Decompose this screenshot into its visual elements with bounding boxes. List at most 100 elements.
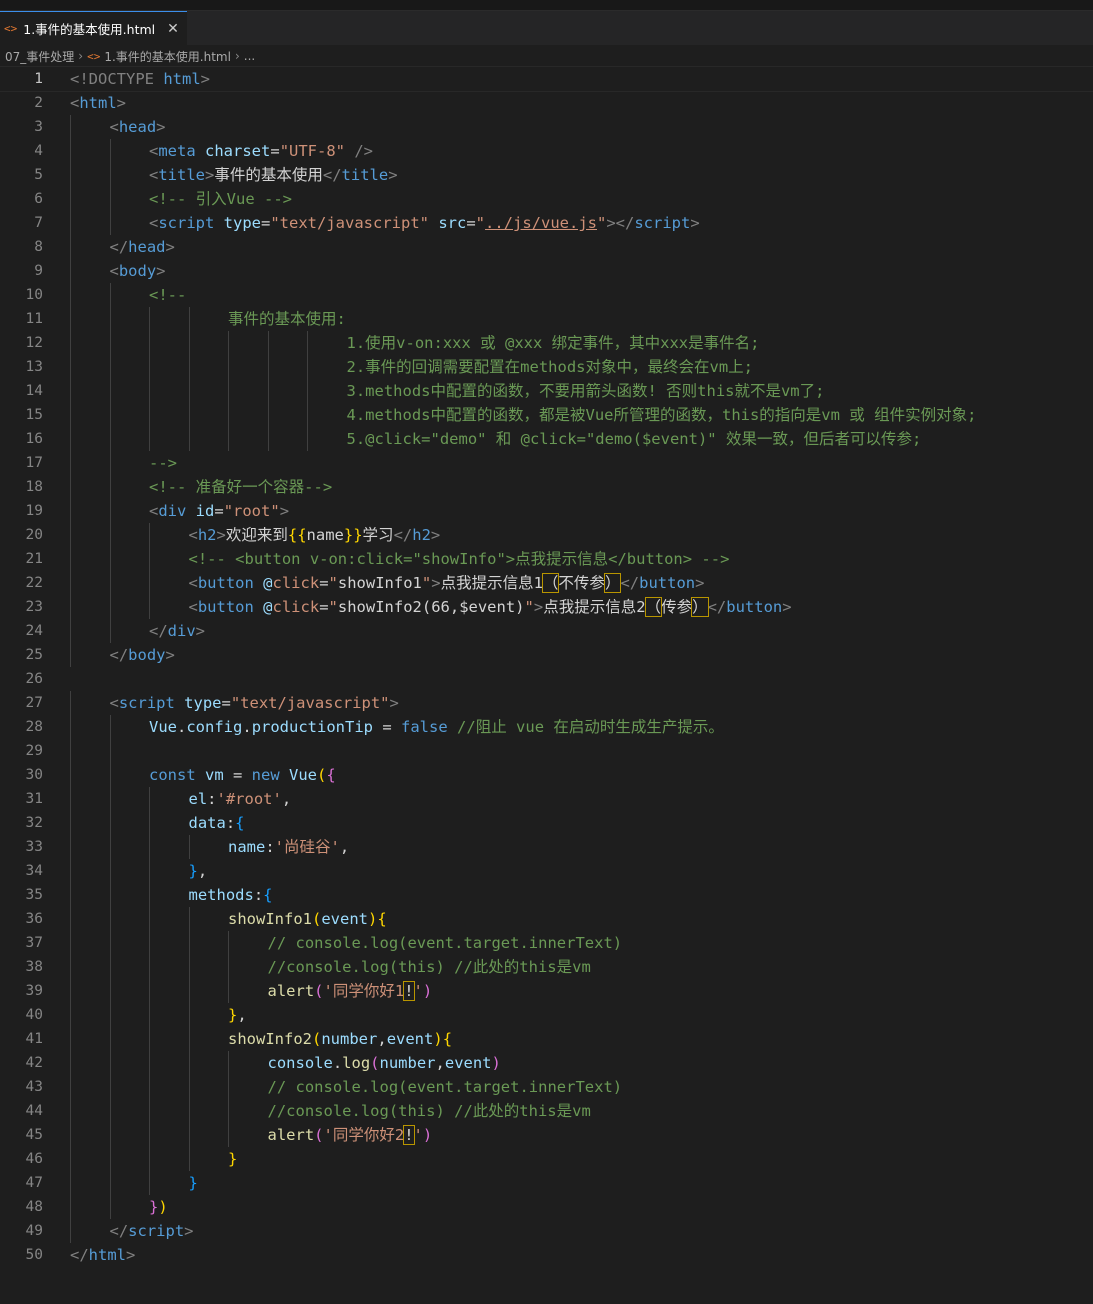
code-line[interactable]: 27 <script type="text/javascript"> — [0, 691, 1093, 715]
code-line[interactable]: 3 <head> — [0, 115, 1093, 139]
code-line[interactable]: 36 showInfo1(event){ — [0, 907, 1093, 931]
code-line[interactable]: 49 </script> — [0, 1219, 1093, 1243]
code-line[interactable]: 45 alert('同学你好2!') — [0, 1123, 1093, 1147]
code-token: body — [128, 646, 166, 664]
indent-guide — [70, 907, 71, 931]
code-token: > — [126, 1246, 136, 1264]
code-line[interactable]: 31 el:'#root', — [0, 787, 1093, 811]
code-text: showInfo1(event){ — [228, 907, 387, 931]
code-line[interactable]: 44 //console.log(this) //此处的this是vm — [0, 1099, 1093, 1123]
code-line[interactable]: 32 data:{ — [0, 811, 1093, 835]
code-token: 2.事件的回调需要配置在methods对象中，最终会在vm上; — [346, 358, 753, 376]
code-line[interactable]: 6 <!-- 引入Vue --> — [0, 187, 1093, 211]
code-token: h2 — [412, 526, 431, 544]
code-token: html — [88, 1246, 126, 1264]
code-token: " — [421, 574, 432, 592]
indent-guide — [70, 499, 71, 523]
indent-guide — [149, 883, 150, 907]
indent-guide — [70, 1075, 71, 1099]
code-line[interactable]: 42 console.log(number,event) — [0, 1051, 1093, 1075]
code-line[interactable]: 16 5.@click="demo" 和 @click="demo($event)… — [0, 427, 1093, 451]
code-line[interactable]: 19 <div id="root"> — [0, 499, 1093, 523]
code-token: > — [430, 526, 441, 544]
code-line[interactable]: 20 <h2>欢迎来到{{name}}学习</h2> — [0, 523, 1093, 547]
indent-guide — [188, 955, 190, 979]
code-editor[interactable]: 1 <!DOCTYPE html> 2 <html> 3 <head> 4 <meta cha… — [0, 66, 1093, 1267]
code-line[interactable]: 14 3.methods中配置的函数，不要用箭头函数! 否则this就不是vm了; — [0, 379, 1093, 403]
code-line[interactable]: 2 <html> — [0, 91, 1093, 115]
code-line[interactable]: 8 </head> — [0, 235, 1093, 259]
code-line[interactable]: 37 // console.log(event.target.innerText) — [0, 931, 1093, 955]
code-token: " — [524, 598, 534, 616]
indent-guide — [307, 427, 308, 451]
code-line[interactable]: 30 const vm = new Vue({ — [0, 763, 1093, 787]
code-line[interactable]: 33 name:'尚硅谷', — [0, 835, 1093, 859]
code-token: > — [165, 238, 175, 256]
code-token: </ — [109, 646, 129, 664]
code-line[interactable]: 7 <script type="text/javascript" src="../… — [0, 211, 1093, 235]
html-file-icon: <> — [4, 22, 18, 35]
code-token: type — [184, 694, 222, 712]
code-line[interactable]: 29 — [0, 739, 1093, 763]
line-number: 30 — [25, 767, 43, 783]
indent-guide — [188, 355, 190, 379]
code-line[interactable]: 41 showInfo2(number,event){ — [0, 1027, 1093, 1051]
code-token: } — [149, 1198, 159, 1216]
code-line[interactable]: 25 </body> — [0, 643, 1093, 667]
code-line[interactable]: 13 2.事件的回调需要配置在methods对象中，最终会在vm上; — [0, 355, 1093, 379]
code-line[interactable]: 47} — [0, 1171, 1093, 1195]
code-text: <!-- 准备好一个容器--> — [149, 475, 332, 499]
tab-file[interactable]: <> 1.事件的基本使用.html ✕ — [0, 11, 187, 45]
indent-guide — [267, 355, 269, 379]
code-line[interactable]: 15 4.methods中配置的函数，都是被Vue所管理的函数，this的指向是v… — [0, 403, 1093, 427]
code-token: }} — [343, 526, 363, 544]
breadcrumb-folder[interactable]: 07_事件处理 — [5, 48, 74, 65]
code-line[interactable]: 18 <!-- 准备好一个容器--> — [0, 475, 1093, 499]
tab-bar: <> 1.事件的基本使用.html ✕ — [0, 11, 1093, 45]
code-token: showInfo2(66,$event) — [337, 598, 525, 616]
indent-guide — [228, 379, 229, 403]
code-line[interactable]: 9 <body> — [0, 259, 1093, 283]
indent-guide — [70, 979, 71, 1003]
indent-guide — [188, 1147, 190, 1171]
line-number: 6 — [34, 191, 43, 207]
code-line[interactable]: 12 1.使用v-on:xxx 或 @xxx 绑定事件，其中xxx是事件名; — [0, 331, 1093, 355]
indent-guide — [109, 571, 111, 595]
code-line[interactable]: 10 <!-- — [0, 283, 1093, 307]
code-text: }) — [149, 1195, 168, 1219]
code-line[interactable]: 26 — [0, 667, 1093, 691]
code-line[interactable]: 50 </html> — [0, 1243, 1093, 1267]
code-line[interactable]: 4 <meta charset="UTF-8" /> — [0, 139, 1093, 163]
line-number: 8 — [34, 239, 43, 255]
code-line[interactable]: 35 methods:{ — [0, 883, 1093, 907]
code-token: showInfo1 — [228, 910, 312, 928]
code-line[interactable]: 24 </div> — [0, 619, 1093, 643]
code-line[interactable]: 22 <button @click="showInfo1">点我提示信息1（不传参… — [0, 571, 1093, 595]
code-token: body — [118, 262, 157, 280]
code-line[interactable]: 21 <!-- <button v-on:click="showInfo">点我提… — [0, 547, 1093, 571]
code-line[interactable]: 1 <!DOCTYPE html> — [0, 66, 1093, 92]
code-line[interactable]: 38 //console.log(this) //此处的this是vm — [0, 955, 1093, 979]
code-line[interactable]: 11 事件的基本使用: — [0, 307, 1093, 331]
code-token: showInfo2 — [228, 1030, 312, 1048]
indent-guide — [70, 427, 71, 451]
code-line[interactable]: 39 alert('同学你好1!') — [0, 979, 1093, 1003]
indent-guide — [70, 475, 71, 499]
breadcrumb-file[interactable]: 1.事件的基本使用.html — [104, 48, 231, 65]
code-token: < — [149, 142, 159, 160]
code-line[interactable]: 34}, — [0, 859, 1093, 883]
indent-guide — [149, 307, 150, 331]
code-line[interactable]: 28 Vue.config.productionTip = false //阻止 … — [0, 715, 1093, 739]
code-line[interactable]: 40}, — [0, 1003, 1093, 1027]
code-line[interactable]: 17 --> — [0, 451, 1093, 475]
code-line[interactable]: 48}) — [0, 1195, 1093, 1219]
code-line[interactable]: 43 // console.log(event.target.innerText) — [0, 1075, 1093, 1099]
indent-guide — [70, 1003, 71, 1027]
code-line[interactable]: 23 <button @click="showInfo2(66,$event)">… — [0, 595, 1093, 619]
line-number: 41 — [25, 1031, 43, 1047]
code-line[interactable]: 5 <title>事件的基本使用</title> — [0, 163, 1093, 187]
close-icon[interactable]: ✕ — [167, 21, 179, 37]
code-line[interactable]: 46} — [0, 1147, 1093, 1171]
line-number: 24 — [25, 623, 43, 639]
breadcrumb-more[interactable]: ... — [244, 49, 255, 63]
